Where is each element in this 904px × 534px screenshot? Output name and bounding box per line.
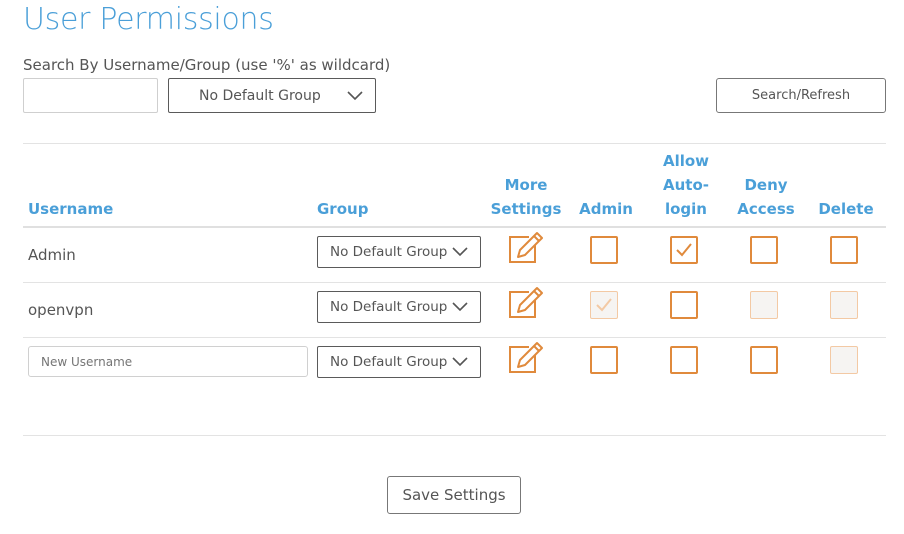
divider-top <box>23 143 886 144</box>
col-header-autologin-line3: login <box>664 200 707 218</box>
search-input[interactable] <box>23 78 158 113</box>
admin-checkbox[interactable] <box>590 346 618 374</box>
edit-settings-icon[interactable] <box>507 231 545 265</box>
header-underline <box>23 226 886 228</box>
col-header-allow-autologin: Allow Auto- login <box>652 149 720 221</box>
autologin-checkbox[interactable] <box>670 346 698 374</box>
col-header-deny-access: Deny Access <box>732 173 800 221</box>
row-divider <box>23 337 886 338</box>
username-label: Admin <box>28 246 76 264</box>
edit-settings-icon[interactable] <box>507 341 545 375</box>
col-header-delete: Delete <box>818 200 874 218</box>
checkmark-icon <box>596 298 612 312</box>
save-settings-button[interactable]: Save Settings <box>387 476 521 514</box>
row-group-select[interactable]: No Default Group <box>317 291 481 323</box>
autologin-checkbox[interactable] <box>670 291 698 319</box>
deny-access-checkbox[interactable] <box>750 236 778 264</box>
row-group-value: No Default Group <box>330 299 448 315</box>
deny-access-checkbox <box>750 291 778 319</box>
group-filter-select[interactable]: No Default Group <box>168 78 376 113</box>
row-group-select[interactable]: No Default Group <box>317 346 481 378</box>
row-divider <box>23 282 886 283</box>
row-group-value: No Default Group <box>330 244 448 260</box>
chevron-down-icon <box>452 302 468 312</box>
divider-bottom <box>23 435 886 436</box>
chevron-down-icon <box>452 357 468 367</box>
col-header-autologin-line2: Auto- <box>663 176 709 194</box>
chevron-down-icon <box>347 90 363 100</box>
chevron-down-icon <box>452 247 468 257</box>
row-group-value: No Default Group <box>330 354 448 370</box>
col-header-autologin-line1: Allow <box>662 152 710 170</box>
col-header-more-settings-line2: Settings <box>490 200 562 218</box>
col-header-more-settings: More Settings <box>490 173 562 221</box>
autologin-checkbox[interactable] <box>670 236 698 264</box>
col-header-username: Username <box>28 200 114 218</box>
checkmark-icon <box>676 243 692 257</box>
col-header-deny-line1: Deny <box>744 176 788 194</box>
admin-checkbox[interactable] <box>590 236 618 264</box>
deny-access-checkbox[interactable] <box>750 346 778 374</box>
col-header-deny-line2: Access <box>737 200 795 218</box>
username-label: openvpn <box>28 301 94 319</box>
row-group-select[interactable]: No Default Group <box>317 236 481 268</box>
search-refresh-button[interactable]: Search/Refresh <box>716 78 886 113</box>
new-username-input[interactable] <box>28 346 308 377</box>
edit-settings-icon[interactable] <box>507 286 545 320</box>
delete-checkbox <box>830 346 858 374</box>
page-title: User Permissions <box>23 2 274 37</box>
col-header-group: Group <box>317 200 369 218</box>
admin-checkbox <box>590 291 618 319</box>
col-header-more-settings-line1: More <box>504 176 548 194</box>
delete-checkbox[interactable] <box>830 236 858 264</box>
col-header-admin: Admin <box>579 200 633 218</box>
search-label: Search By Username/Group (use '%' as wil… <box>23 56 391 74</box>
group-filter-value: No Default Group <box>199 87 321 104</box>
delete-checkbox <box>830 291 858 319</box>
